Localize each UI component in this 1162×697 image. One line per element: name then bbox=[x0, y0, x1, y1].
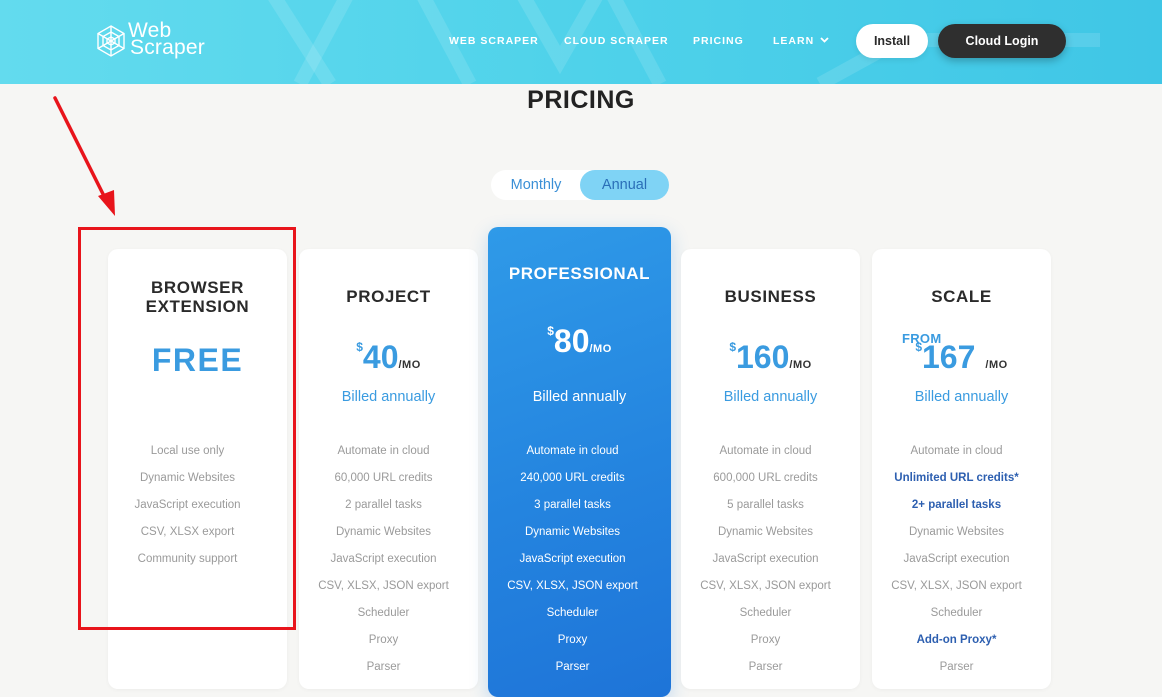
plan-feature-list: Automate in cloud 240,000 URL credits 3 … bbox=[488, 445, 664, 688]
feature-item: Community support bbox=[137, 553, 238, 565]
plan-billing-note: Billed annually bbox=[723, 389, 818, 405]
nav-learn-label: LEARN bbox=[773, 35, 815, 47]
page-title: PRICING bbox=[527, 86, 635, 114]
feature-item: Dynamic Websites bbox=[139, 472, 235, 484]
price-period: /MO bbox=[985, 359, 1008, 371]
nav-cloud-scraper[interactable]: CLOUD SCRAPER bbox=[564, 35, 669, 47]
price-amount: 80 bbox=[553, 323, 590, 359]
price-currency: $ bbox=[915, 340, 922, 354]
plan-title-line-2: EXTENSION bbox=[145, 297, 250, 316]
plan-price: $160/MO bbox=[681, 339, 860, 376]
feature-item: Dynamic Websites bbox=[335, 526, 431, 538]
price-amount: 160 bbox=[736, 339, 790, 375]
toggle-monthly[interactable]: Monthly bbox=[493, 170, 579, 200]
price-period: /MO bbox=[589, 343, 612, 355]
plan-billing-note: Billed annually bbox=[341, 389, 436, 405]
feature-item: Parser bbox=[939, 661, 974, 673]
plan-card-project: PROJECT $40/MO Billed annually Automate … bbox=[299, 249, 478, 689]
feature-item: Dynamic Websites bbox=[908, 526, 1004, 538]
logo-line-scraper: Scraper bbox=[130, 36, 205, 59]
feature-item: Proxy bbox=[750, 634, 781, 646]
plan-card-professional: PROFESSIONAL $80/MO Billed annually Auto… bbox=[488, 227, 671, 697]
plan-title: BROWSER EXTENSION bbox=[108, 278, 287, 316]
plan-price: $40/MO bbox=[299, 339, 478, 376]
feature-item: Scheduler bbox=[739, 607, 792, 619]
plan-title: BUSINESS bbox=[724, 287, 817, 306]
plan-feature-list: Automate in cloud 600,000 URL credits 5 … bbox=[681, 445, 855, 688]
plan-price-free: FREE bbox=[151, 342, 244, 378]
price-amount: 167 bbox=[922, 339, 976, 375]
feature-item: JavaScript execution bbox=[519, 553, 626, 565]
feature-item: JavaScript execution bbox=[330, 553, 437, 565]
web-scraper-logo-icon bbox=[97, 25, 125, 57]
nav-learn[interactable]: LEARN bbox=[773, 35, 829, 47]
toggle-annual[interactable]: Annual bbox=[580, 170, 669, 200]
feature-item: Parser bbox=[555, 661, 590, 673]
plan-title: PROJECT bbox=[346, 287, 431, 306]
feature-item: CSV, XLSX, JSON export bbox=[891, 580, 1022, 592]
feature-item: CSV, XLSX export bbox=[140, 526, 235, 538]
feature-item: JavaScript execution bbox=[134, 499, 241, 511]
plan-price: $80/MO bbox=[488, 323, 671, 360]
install-button[interactable]: Install bbox=[856, 24, 928, 58]
plan-feature-list: Automate in cloud 60,000 URL credits 2 p… bbox=[299, 445, 473, 688]
logo-wordmark: Web Scraper bbox=[128, 20, 205, 59]
plan-feature-list: Automate in cloud Unlimited URL credits*… bbox=[872, 445, 1046, 688]
price-period: /MO bbox=[789, 359, 812, 371]
feature-item-highlighted: Add-on Proxy* bbox=[916, 634, 997, 646]
feature-item: 240,000 URL credits bbox=[520, 472, 625, 484]
feature-item: Dynamic Websites bbox=[717, 526, 813, 538]
site-header: Web Scraper WEB SCRAPER CLOUD SCRAPER PR… bbox=[0, 0, 1162, 84]
price-amount: 40 bbox=[362, 339, 399, 375]
plan-feature-list: Local use only Dynamic Websites JavaScri… bbox=[108, 445, 277, 580]
feature-item-highlighted: Unlimited URL credits* bbox=[894, 472, 1019, 484]
price-currency: $ bbox=[356, 340, 363, 354]
feature-item: Automate in cloud bbox=[337, 445, 430, 457]
feature-item: Automate in cloud bbox=[719, 445, 812, 457]
feature-item: Automate in cloud bbox=[526, 445, 619, 457]
plan-billing-note: Billed annually bbox=[914, 389, 1009, 405]
billing-period-toggle: Monthly Annual bbox=[491, 170, 669, 200]
feature-item: 5 parallel tasks bbox=[727, 499, 804, 511]
plan-billing-note: Billed annually bbox=[532, 389, 627, 405]
plan-card-browser-extension: BROWSER EXTENSION FREE Local use only Dy… bbox=[108, 249, 287, 689]
feature-item: 600,000 URL credits bbox=[713, 472, 818, 484]
nav-web-scraper[interactable]: WEB SCRAPER bbox=[449, 35, 539, 47]
feature-item: 2 parallel tasks bbox=[345, 499, 422, 511]
plan-title: PROFESSIONAL bbox=[508, 264, 651, 283]
plan-price: $167/MO bbox=[872, 339, 1051, 376]
feature-item: Proxy bbox=[368, 634, 399, 646]
price-currency: $ bbox=[729, 340, 736, 354]
feature-item: Scheduler bbox=[357, 607, 410, 619]
feature-item: Parser bbox=[748, 661, 783, 673]
feature-item: Scheduler bbox=[546, 607, 599, 619]
feature-item: JavaScript execution bbox=[903, 553, 1010, 565]
plan-title-line-1: BROWSER bbox=[151, 278, 244, 297]
feature-item: Scheduler bbox=[930, 607, 983, 619]
feature-item: Local use only bbox=[150, 445, 225, 457]
price-period: /MO bbox=[398, 359, 421, 371]
plan-card-scale: SCALE FROM $167/MO Billed annually Autom… bbox=[872, 249, 1051, 689]
plan-card-business: BUSINESS $160/MO Billed annually Automat… bbox=[681, 249, 860, 689]
feature-item: 3 parallel tasks bbox=[534, 499, 611, 511]
plan-title: SCALE bbox=[931, 287, 992, 306]
feature-item: CSV, XLSX, JSON export bbox=[507, 580, 638, 592]
feature-item: JavaScript execution bbox=[712, 553, 819, 565]
feature-item: Automate in cloud bbox=[910, 445, 1003, 457]
feature-item: 60,000 URL credits bbox=[334, 472, 433, 484]
feature-item: CSV, XLSX, JSON export bbox=[318, 580, 449, 592]
cloud-login-button[interactable]: Cloud Login bbox=[938, 24, 1066, 58]
feature-item: Proxy bbox=[557, 634, 588, 646]
feature-item: Dynamic Websites bbox=[524, 526, 620, 538]
chevron-down-icon bbox=[820, 37, 829, 43]
feature-item: Parser bbox=[366, 661, 401, 673]
price-currency: $ bbox=[547, 324, 554, 338]
feature-item-highlighted: 2+ parallel tasks bbox=[911, 499, 1002, 511]
web-scraper-logo[interactable]: Web Scraper bbox=[94, 20, 214, 62]
nav-pricing[interactable]: PRICING bbox=[693, 35, 744, 47]
feature-item: CSV, XLSX, JSON export bbox=[700, 580, 831, 592]
